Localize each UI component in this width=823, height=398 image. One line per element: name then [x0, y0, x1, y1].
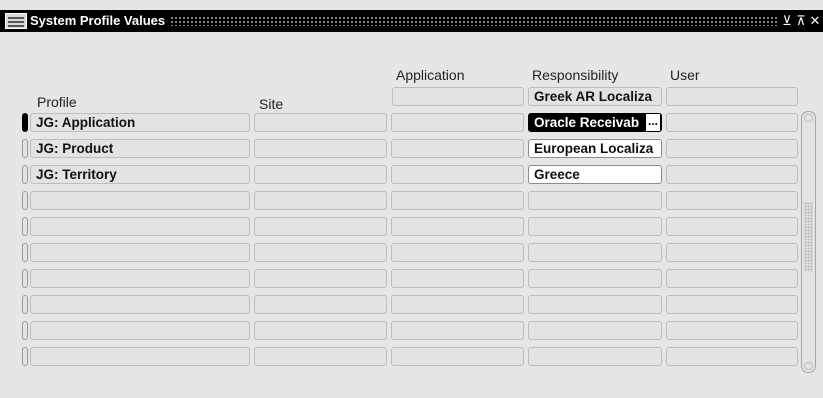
- maximize-icon[interactable]: ⊼: [795, 12, 807, 30]
- cell-user[interactable]: [666, 295, 798, 314]
- record-indicator[interactable]: [22, 243, 28, 262]
- header-profile: Profile: [37, 94, 77, 110]
- cell-application[interactable]: [391, 191, 524, 210]
- cell-responsibility[interactable]: [528, 321, 662, 340]
- cell-user[interactable]: [666, 347, 798, 366]
- cell-user[interactable]: [666, 321, 798, 340]
- cell-profile[interactable]: JG: Application: [30, 113, 250, 132]
- record-indicator[interactable]: [22, 191, 28, 210]
- minimize-icon[interactable]: ⊻: [781, 12, 793, 30]
- cell-profile[interactable]: JG: Product: [30, 139, 250, 158]
- record-indicator[interactable]: [22, 321, 28, 340]
- cell-responsibility[interactable]: [528, 269, 662, 288]
- system-profile-values-window: System Profile Values ⊻ ⊼ ✕ Profile Site…: [0, 0, 823, 398]
- cell-user[interactable]: [666, 113, 798, 132]
- record-indicator[interactable]: [22, 113, 28, 132]
- cell-application[interactable]: [391, 269, 524, 288]
- cell-user[interactable]: [666, 217, 798, 236]
- cell-application[interactable]: [391, 243, 524, 262]
- cell-application[interactable]: [391, 113, 524, 132]
- cell-user[interactable]: [666, 243, 798, 262]
- cell-responsibility[interactable]: [528, 295, 662, 314]
- cell-site[interactable]: [254, 113, 387, 132]
- cell-application[interactable]: [391, 347, 524, 366]
- title-bar-pattern: [170, 16, 777, 26]
- cell-responsibility[interactable]: [528, 217, 662, 236]
- record-indicator[interactable]: [22, 347, 28, 366]
- filter-user-field[interactable]: [666, 87, 798, 106]
- cell-user[interactable]: [666, 191, 798, 210]
- cell-site[interactable]: [254, 243, 387, 262]
- cell-user[interactable]: [666, 269, 798, 288]
- cell-responsibility[interactable]: European Localiza: [528, 139, 662, 158]
- cell-application[interactable]: [391, 295, 524, 314]
- cell-site[interactable]: [254, 321, 387, 340]
- close-icon[interactable]: ✕: [809, 12, 821, 30]
- cell-application[interactable]: [391, 165, 524, 184]
- filter-responsibility-field[interactable]: Greek AR Localiza: [528, 87, 662, 106]
- cell-application[interactable]: [391, 217, 524, 236]
- record-indicator[interactable]: [22, 269, 28, 288]
- scroll-up-icon[interactable]: [804, 114, 813, 122]
- cell-profile[interactable]: JG: Territory: [30, 165, 250, 184]
- title-bar[interactable]: System Profile Values ⊻ ⊼ ✕: [0, 10, 823, 32]
- app-icon[interactable]: [5, 13, 27, 29]
- cell-profile[interactable]: [30, 191, 250, 210]
- record-indicator[interactable]: [22, 295, 28, 314]
- header-application: Application: [396, 67, 465, 83]
- cell-profile[interactable]: [30, 347, 250, 366]
- vertical-scrollbar[interactable]: [801, 111, 816, 373]
- cell-site[interactable]: [254, 139, 387, 158]
- cell-site[interactable]: [254, 269, 387, 288]
- record-indicator[interactable]: [22, 139, 28, 158]
- record-indicator[interactable]: [22, 217, 28, 236]
- list-of-values-button[interactable]: ...: [646, 114, 660, 131]
- cell-site[interactable]: [254, 191, 387, 210]
- cell-site[interactable]: [254, 295, 387, 314]
- cell-profile[interactable]: [30, 217, 250, 236]
- cell-responsibility[interactable]: Greece: [528, 165, 662, 184]
- cell-responsibility[interactable]: [528, 191, 662, 210]
- cell-profile[interactable]: [30, 269, 250, 288]
- cell-site[interactable]: [254, 347, 387, 366]
- scroll-thumb[interactable]: [804, 202, 813, 272]
- record-indicator[interactable]: [22, 165, 28, 184]
- cell-profile[interactable]: [30, 321, 250, 340]
- cell-site[interactable]: [254, 165, 387, 184]
- window-controls: ⊻ ⊼ ✕: [781, 12, 821, 30]
- cell-profile[interactable]: [30, 295, 250, 314]
- cell-responsibility[interactable]: [528, 243, 662, 262]
- cell-application[interactable]: [391, 139, 524, 158]
- cell-site[interactable]: [254, 217, 387, 236]
- cell-user[interactable]: [666, 165, 798, 184]
- cell-user[interactable]: [666, 139, 798, 158]
- window-title: System Profile Values: [30, 13, 166, 28]
- cell-responsibility[interactable]: Oracle Receivab...: [528, 113, 662, 132]
- cell-application[interactable]: [391, 321, 524, 340]
- header-user: User: [670, 67, 700, 83]
- cell-responsibility[interactable]: [528, 347, 662, 366]
- header-responsibility: Responsibility: [532, 67, 619, 83]
- header-site: Site: [259, 96, 284, 112]
- filter-application-field[interactable]: [392, 87, 524, 106]
- scroll-down-icon[interactable]: [804, 362, 813, 370]
- cell-profile[interactable]: [30, 243, 250, 262]
